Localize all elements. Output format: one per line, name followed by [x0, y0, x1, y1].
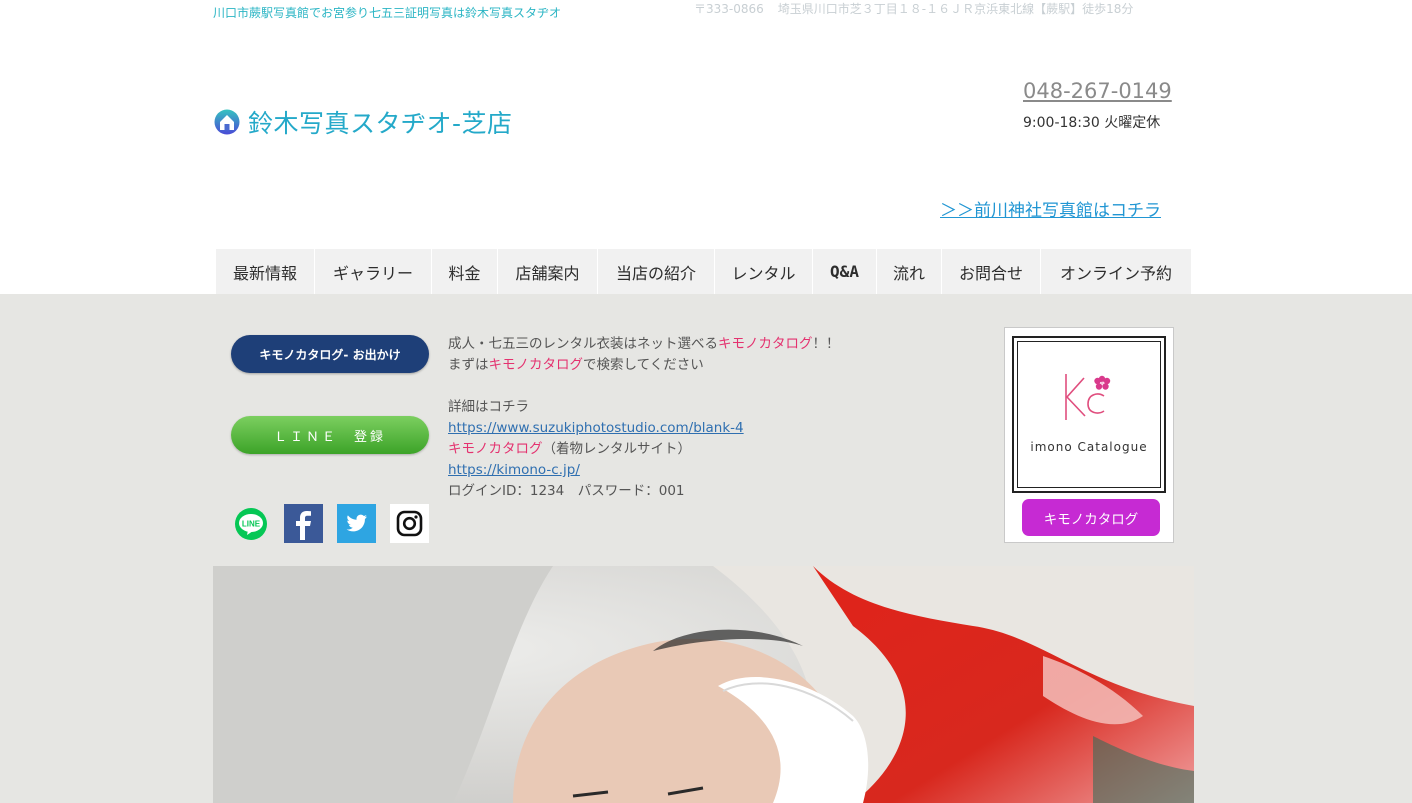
kimono-catalog-highlight: キモノカタログ [448, 441, 543, 457]
home-icon [214, 108, 240, 136]
nav-item-rental[interactable]: レンタル [715, 249, 813, 294]
nav-item-gallery[interactable]: ギャラリー [315, 249, 432, 294]
info-line: 成人・七五三のレンタル衣装はネット選べるキモノカタログ！！ [448, 334, 840, 355]
kimono-catalog-link[interactable]: https://kimono-c.jp/ [448, 462, 580, 478]
info-text: で検索してください [583, 357, 704, 373]
postal-code: 〒333-0866 [694, 2, 764, 16]
kimono-catalog-card-button[interactable]: キモノカタログ [1022, 499, 1160, 536]
line-icon-text: LINE [241, 519, 260, 528]
site-tagline: 川口市蕨駅写真館でお宮参り七五三証明写真は鈴木写真スタヂオ [213, 6, 562, 20]
nav-item-flow[interactable]: 流れ [877, 249, 942, 294]
instagram-icon[interactable] [390, 504, 429, 543]
nav-item-faq[interactable]: Q&A [813, 249, 877, 294]
store-address: 〒333-0866 埼玉県川口市芝３丁目１８-１６ＪＲ京浜東北線【蕨駅】徒歩18分 [694, 0, 1133, 17]
info-text: ！！ [812, 336, 840, 352]
info-line: キモノカタログ（着物レンタルサイト） [448, 439, 840, 460]
kimono-catalog-highlight: キモノカタログ [488, 357, 584, 373]
kimono-catalogue-logo[interactable]: imono Catalogue [1012, 336, 1166, 493]
site-logo[interactable]: 鈴木写真スタヂオ-芝店 [214, 104, 513, 140]
business-hours: 9:00-18:30 火曜定休 [1023, 115, 1161, 131]
address-text: 埼玉県川口市芝３丁目１８-１６ＪＲ京浜東北線【蕨駅】徒歩18分 [777, 2, 1134, 16]
kimono-catalog-highlight: キモノカタログ [718, 336, 813, 352]
kimono-catalog-card: imono Catalogue キモノカタログ [1004, 327, 1174, 543]
studio-rental-link[interactable]: https://www.suzukiphotostudio.com/blank-… [448, 420, 744, 436]
kimono-catalog-button[interactable]: キモノカタログ- お出かけ [231, 335, 429, 373]
nav-item-news[interactable]: 最新情報 [216, 249, 315, 294]
page: 川口市蕨駅写真館でお宮参り七五三証明写真は鈴木写真スタヂオ 〒333-0866 埼… [0, 0, 1412, 803]
nav-item-store-info[interactable]: 店舗案内 [498, 249, 598, 294]
info-text: まずは [448, 357, 489, 373]
info-line: まずはキモノカタログで検索してください [448, 355, 840, 376]
studio-name: 鈴木写真スタヂオ-芝店 [248, 109, 513, 138]
info-text: 成人・七五三のレンタル衣装はネット選べる [448, 336, 718, 352]
nav-item-pricing[interactable]: 料金 [432, 249, 498, 294]
main-navigation: 最新情報 ギャラリー 料金 店舗案内 当店の紹介 レンタル Q&A 流れ お問合… [216, 249, 1191, 294]
logo-text: imono Catalogue [1030, 440, 1148, 454]
line-register-button[interactable]: ＬＩＮＥ 登録 [231, 416, 429, 454]
hero-baby-photo [213, 566, 1194, 803]
twitter-icon[interactable] [337, 504, 376, 543]
line-icon[interactable]: LINE [231, 504, 270, 543]
catalog-info-text: 成人・七五三のレンタル衣装はネット選べるキモノカタログ！！ まずはキモノカタログ… [448, 334, 840, 502]
login-credentials: ログインID：1234 パスワード：001 [448, 483, 685, 499]
social-links: LINE [231, 504, 443, 543]
nav-item-about[interactable]: 当店の紹介 [598, 249, 715, 294]
info-text: （着物レンタルサイト） [542, 441, 692, 457]
nav-item-online-booking[interactable]: オンライン予約 [1041, 249, 1191, 294]
phone-number-link[interactable]: 048-267-0149 [1023, 79, 1172, 103]
nav-item-contact[interactable]: お問合せ [942, 249, 1041, 294]
details-label: 詳細はコチラ [448, 399, 529, 415]
facebook-icon[interactable] [284, 504, 323, 543]
other-store-link[interactable]: ＞＞前川神社写真館はコチラ [940, 196, 1161, 221]
